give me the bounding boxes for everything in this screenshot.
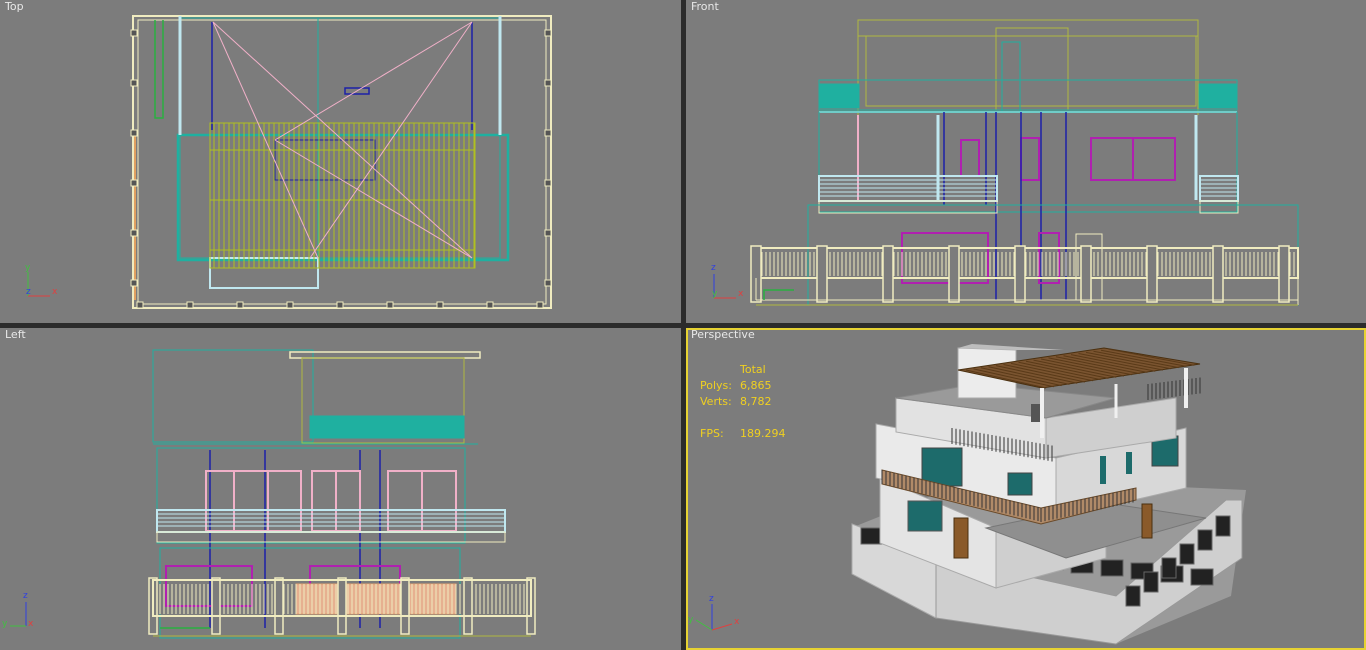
viewport-front[interactable]: Front z x y: [686, 0, 1366, 323]
pergola-slats: [209, 122, 476, 269]
svg-text:y: y: [2, 619, 8, 629]
axis-gizmo-left: z y x: [2, 591, 34, 629]
viewport-label-front[interactable]: Front: [691, 0, 719, 13]
front-view-wireframe: z x y: [711, 19, 1299, 306]
axis-gizmo-perspective: z x y: [688, 594, 740, 631]
svg-text:y: y: [25, 263, 31, 273]
polys-label: Polys:: [700, 379, 732, 392]
fps-label: FPS:: [700, 427, 724, 440]
svg-text:x: x: [738, 289, 744, 299]
svg-text:x: x: [52, 287, 58, 297]
viewport-label-perspective[interactable]: Perspective: [691, 328, 755, 341]
svg-text:y: y: [712, 289, 718, 299]
verts-label: Verts:: [700, 395, 732, 408]
viewport-label-top[interactable]: Top: [5, 0, 24, 13]
top-view-wireframe: y x z: [25, 15, 552, 309]
svg-text:y: y: [688, 615, 694, 625]
svg-text:z: z: [26, 287, 31, 297]
left-view-wireframe: z y x: [2, 349, 536, 639]
verts-value: 8,782: [740, 395, 772, 408]
house-render: z x y: [688, 344, 1246, 645]
svg-text:z: z: [23, 591, 28, 601]
stats-header: Total: [740, 363, 766, 376]
axis-gizmo-top: y x z: [25, 263, 58, 297]
viewport-left[interactable]: Left z y x: [0, 328, 681, 650]
axis-gizmo-front: z x y: [711, 263, 744, 299]
viewport-top[interactable]: Top y x z: [0, 0, 681, 323]
fps-value: 189.294: [740, 427, 786, 440]
svg-text:x: x: [734, 617, 740, 627]
svg-text:z: z: [709, 594, 714, 604]
viewport-label-left[interactable]: Left: [5, 328, 26, 341]
svg-text:z: z: [711, 263, 716, 273]
polys-value: 6,865: [740, 379, 772, 392]
viewport-perspective[interactable]: Perspective Total Polys: 6,865 Verts: 8,78…: [686, 328, 1366, 650]
svg-text:x: x: [28, 619, 34, 629]
